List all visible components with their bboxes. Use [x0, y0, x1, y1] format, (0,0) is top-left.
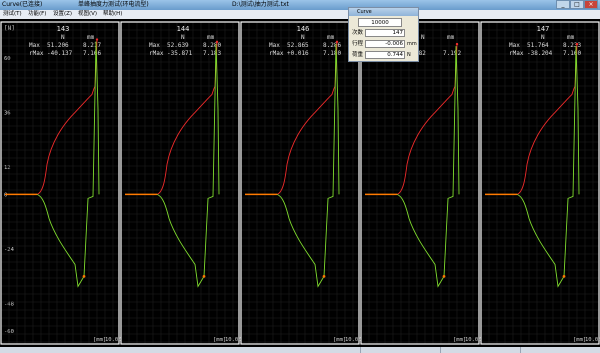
- stat-rmax-position: 7.160: [563, 50, 581, 57]
- stat-unit-header: mm: [327, 34, 335, 41]
- menu-help[interactable]: 帮助(H): [103, 10, 122, 19]
- peak-marker: [335, 40, 339, 44]
- popup-title: Curve: [349, 8, 418, 16]
- stat-unit-header: mm: [207, 34, 215, 41]
- stat-rmax-position: 7.192: [443, 50, 461, 57]
- stat-row-label: Max: [149, 42, 160, 49]
- file-title: D:\测试\抽力测试.txt: [232, 1, 289, 8]
- stat-row-label: rMax: [269, 50, 284, 57]
- panel-id-label: 143: [57, 25, 70, 33]
- panel-id-label: 144: [177, 25, 190, 33]
- popup-value[interactable]: 0.744: [365, 51, 405, 59]
- menu-function[interactable]: 功能(F): [28, 10, 46, 19]
- popup-row-load: 荷重 0.744 N: [352, 51, 418, 60]
- popup-row-count: 次数 147: [352, 29, 418, 38]
- stat-max-value: 51.764: [527, 42, 549, 49]
- stat-row-label: Max: [269, 42, 280, 49]
- stat-unit-header: N: [301, 34, 305, 41]
- stat-max-position: 8.286: [323, 42, 341, 49]
- popup-counter-field: 10000: [358, 18, 402, 27]
- stat-rmax-position: 7.180: [323, 50, 341, 57]
- stat-rmax-position: 7.183: [203, 50, 221, 57]
- plot-background: [0, 19, 600, 347]
- close-button[interactable]: ×: [584, 0, 598, 9]
- x-max-label: 10.00: [585, 337, 600, 343]
- status-bar: [0, 347, 600, 353]
- status-segment: [520, 347, 600, 353]
- y-tick-label: 36: [4, 110, 11, 116]
- popup-value[interactable]: 147: [365, 29, 405, 37]
- panel-id-label: 147: [537, 25, 550, 33]
- stat-rmax-value: -38.204: [527, 50, 553, 57]
- minimize-button[interactable]: _: [556, 0, 570, 9]
- stat-max-value: 52.865: [287, 42, 309, 49]
- stat-rmax-position: 7.166: [83, 50, 101, 57]
- stat-row-label: Max: [29, 42, 40, 49]
- stat-max-value: 52.639: [167, 42, 189, 49]
- status-segment: [440, 347, 520, 353]
- trough-marker: [322, 274, 326, 278]
- popup-label: 次数: [352, 30, 364, 36]
- status-segment: [360, 347, 440, 353]
- stat-max-position: 8.217: [83, 42, 101, 49]
- stat-max-position: 8.280: [203, 42, 221, 49]
- readout-popup[interactable]: Curve 10000 次数 147 行程 -0.006 mm 荷重 0.744…: [348, 7, 419, 62]
- maximize-button[interactable]: □: [570, 0, 584, 9]
- x-max-label: 10.00: [105, 337, 122, 343]
- stat-max-position: 8.233: [563, 42, 581, 49]
- popup-label: 荷重: [352, 52, 364, 58]
- trough-marker: [82, 274, 86, 278]
- x-max-label: 10.00: [225, 337, 242, 343]
- curve-plot-area[interactable]: [N]6036120-24-48-60143N mmMax 51.206 8.217r…: [0, 19, 600, 347]
- stat-row-label: rMax: [29, 50, 44, 57]
- popup-unit: mm: [407, 41, 417, 47]
- stat-unit-header: N: [181, 34, 185, 41]
- stat-row-label: rMax: [149, 50, 164, 57]
- trough-marker: [202, 274, 206, 278]
- popup-unit: N: [407, 52, 411, 58]
- stat-row-label: rMax: [509, 50, 524, 57]
- y-tick-label: 60: [4, 56, 11, 62]
- stat-unit-header: mm: [447, 34, 455, 41]
- peak-marker: [95, 38, 99, 41]
- app-title: Curve(已连接): [2, 1, 43, 8]
- x-max-label: 10.00: [345, 337, 362, 343]
- window-titlebar: Curve(已连接) 单峰抽度力测试(环电流型) D:\测试\抽力测试.txt …: [0, 0, 600, 10]
- peak-marker: [455, 42, 459, 46]
- menu-settings[interactable]: 设置(Z): [53, 10, 72, 19]
- panel-id-label: 146: [297, 25, 310, 33]
- stat-unit-header: N: [541, 34, 545, 41]
- stat-rmax-value: -40.137: [47, 50, 73, 57]
- trough-marker: [442, 274, 446, 278]
- trough-marker: [562, 274, 566, 278]
- y-tick-label: 0: [4, 192, 7, 198]
- popup-row-stroke: 行程 -0.006 mm: [352, 40, 418, 49]
- popup-label: 行程: [352, 41, 364, 47]
- peak-marker: [575, 42, 579, 46]
- stat-rmax-value: -35.871: [167, 50, 193, 57]
- menu-test[interactable]: 测试(T): [3, 10, 22, 19]
- popup-value[interactable]: -0.006: [365, 40, 405, 48]
- y-tick-label: -24: [4, 247, 15, 253]
- peak-marker: [215, 40, 219, 44]
- stat-row-label: Max: [509, 42, 520, 49]
- y-axis-label: [N]: [4, 25, 15, 32]
- menu-view[interactable]: 视图(V): [78, 10, 97, 19]
- stat-unit-header: N: [61, 34, 65, 41]
- stat-rmax-value: +0.016: [287, 50, 309, 57]
- stat-unit-header: mm: [87, 34, 95, 41]
- stat-unit-header: mm: [567, 34, 575, 41]
- stat-max-value: 51.206: [47, 42, 69, 49]
- mode-title: 单峰抽度力测试(环电流型): [78, 1, 149, 8]
- x-max-label: 10.00: [465, 337, 482, 343]
- stat-unit-header: N: [421, 34, 425, 41]
